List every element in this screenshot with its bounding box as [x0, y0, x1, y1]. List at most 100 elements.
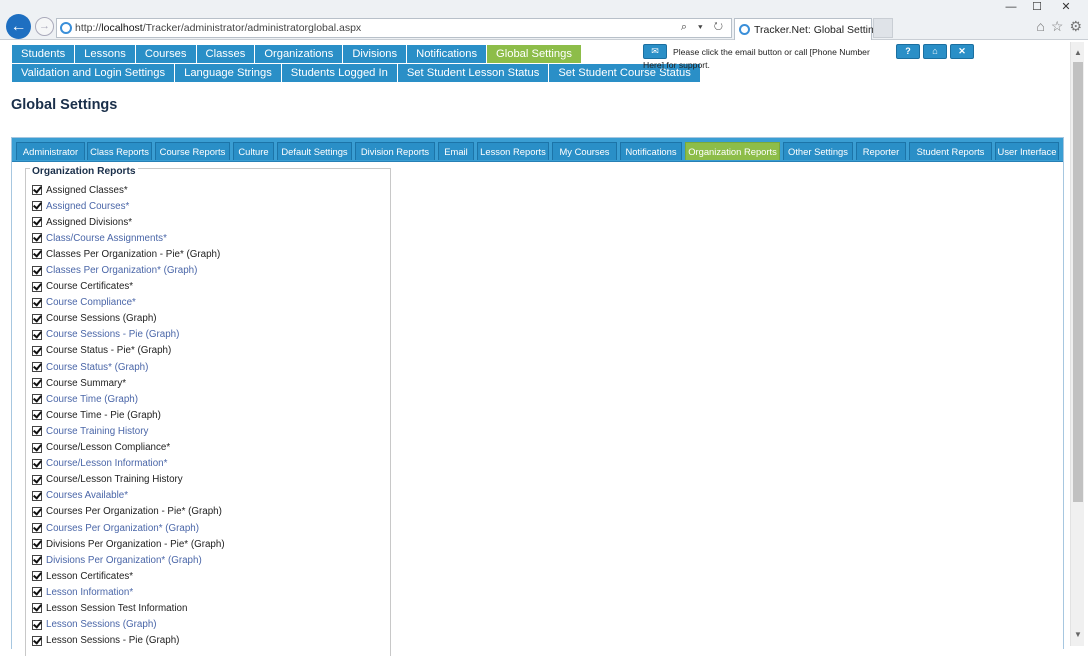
home-button[interactable]: ⌂ — [923, 44, 947, 59]
report-label[interactable]: Course Certificates* — [46, 281, 133, 292]
report-label[interactable]: Classes Per Organization - Pie* (Graph) — [46, 249, 220, 260]
report-checkbox[interactable] — [32, 603, 42, 614]
report-checkbox[interactable] — [32, 362, 42, 373]
report-checkbox[interactable] — [32, 458, 42, 469]
scroll-up-icon[interactable]: ▲ — [1071, 46, 1085, 60]
report-label[interactable]: Course Time (Graph) — [46, 394, 138, 405]
menu-item-students[interactable]: Students — [12, 45, 76, 63]
maximize-button[interactable]: ☐ — [1024, 0, 1050, 14]
menu-item-students-logged-in[interactable]: Students Logged In — [281, 64, 398, 82]
report-label[interactable]: Course/Lesson Information* — [46, 458, 167, 469]
report-label[interactable]: Divisions Per Organization - Pie* (Graph… — [46, 539, 225, 550]
email-button[interactable]: ✉ — [643, 44, 667, 59]
report-checkbox[interactable] — [32, 394, 42, 405]
report-checkbox[interactable] — [32, 587, 42, 598]
tab-my-courses[interactable]: My Courses — [552, 142, 617, 160]
report-checkbox[interactable] — [32, 297, 42, 308]
menu-item-global-settings[interactable]: Global Settings — [487, 45, 582, 63]
report-label[interactable]: Course Status* (Graph) — [46, 362, 148, 373]
minimize-button[interactable]: — — [998, 0, 1024, 14]
report-checkbox[interactable] — [32, 555, 42, 566]
menu-item-divisions[interactable]: Divisions — [343, 45, 408, 63]
tab-reporter[interactable]: Reporter — [856, 142, 906, 160]
report-label[interactable]: Divisions Per Organization* (Graph) — [46, 555, 202, 566]
new-tab-button[interactable] — [873, 18, 893, 38]
menu-item-set-student-lesson-status[interactable]: Set Student Lesson Status — [397, 64, 550, 82]
report-label[interactable]: Assigned Classes* — [46, 185, 128, 196]
report-label[interactable]: Classes Per Organization* (Graph) — [46, 265, 197, 276]
report-checkbox[interactable] — [32, 378, 42, 389]
tab-organization-reports[interactable]: Organization Reports — [685, 142, 780, 160]
report-checkbox[interactable] — [32, 506, 42, 517]
tab-default-settings[interactable]: Default Settings — [277, 142, 352, 160]
report-checkbox[interactable] — [32, 619, 42, 630]
report-checkbox[interactable] — [32, 233, 42, 244]
report-checkbox[interactable] — [32, 635, 42, 646]
tab-student-reports[interactable]: Student Reports — [909, 142, 992, 160]
tab-user-interface[interactable]: User Interface — [995, 142, 1059, 160]
report-checkbox[interactable] — [32, 313, 42, 324]
report-label[interactable]: Course/Lesson Compliance* — [46, 442, 170, 453]
vertical-scrollbar[interactable]: ▲ ▼ — [1070, 42, 1084, 646]
tab-course-reports[interactable]: Course Reports — [155, 142, 230, 160]
scroll-down-icon[interactable]: ▼ — [1071, 628, 1085, 642]
menu-item-classes[interactable]: Classes — [196, 45, 256, 63]
report-checkbox[interactable] — [32, 442, 42, 453]
report-checkbox[interactable] — [32, 329, 42, 340]
report-label[interactable]: Assigned Courses* — [46, 201, 129, 212]
report-checkbox[interactable] — [32, 490, 42, 501]
report-label[interactable]: Course Compliance* — [46, 297, 136, 308]
report-label[interactable]: Class/Course Assignments* — [46, 233, 167, 244]
forward-arrow-icon[interactable]: → — [35, 17, 54, 36]
settings-gear-icon[interactable]: ⚙ — [1069, 18, 1082, 35]
browser-tab[interactable]: Tracker.Net: Global Settings — [734, 18, 885, 40]
scrollbar-thumb[interactable] — [1073, 62, 1083, 502]
menu-item-lessons[interactable]: Lessons — [75, 45, 136, 63]
favorites-star-icon[interactable]: ☆ — [1051, 18, 1064, 35]
menu-item-organizations[interactable]: Organizations — [255, 45, 344, 63]
tab-other-settings[interactable]: Other Settings — [783, 142, 853, 160]
report-label[interactable]: Lesson Session Test Information — [46, 603, 187, 614]
report-label[interactable]: Course Time - Pie (Graph) — [46, 410, 161, 421]
report-label[interactable]: Assigned Divisions* — [46, 217, 132, 228]
report-checkbox[interactable] — [32, 281, 42, 292]
menu-item-validation-and-login-settings[interactable]: Validation and Login Settings — [12, 64, 176, 82]
report-checkbox[interactable] — [32, 410, 42, 421]
report-label[interactable]: Course Status - Pie* (Graph) — [46, 345, 171, 356]
menu-item-language-strings[interactable]: Language Strings — [175, 64, 282, 82]
report-label[interactable]: Lesson Sessions (Graph) — [46, 619, 157, 630]
tab-email[interactable]: Email — [438, 142, 474, 160]
report-checkbox[interactable] — [32, 345, 42, 356]
window-close-button[interactable]: ✕ — [1050, 0, 1082, 14]
tab-lesson-reports[interactable]: Lesson Reports — [477, 142, 549, 160]
report-label[interactable]: Course Training History — [46, 426, 148, 437]
help-button[interactable]: ? — [896, 44, 920, 59]
report-label[interactable]: Courses Per Organization - Pie* (Graph) — [46, 506, 222, 517]
report-label[interactable]: Lesson Certificates* — [46, 571, 133, 582]
menu-item-notifications[interactable]: Notifications — [407, 45, 488, 63]
report-label[interactable]: Lesson Information* — [46, 587, 133, 598]
address-url[interactable]: http://localhost/Tracker/administrator/a… — [75, 22, 361, 34]
report-label[interactable]: Course Sessions - Pie (Graph) — [46, 329, 179, 340]
report-checkbox[interactable] — [32, 523, 42, 534]
report-checkbox[interactable] — [32, 201, 42, 212]
menu-item-courses[interactable]: Courses — [135, 45, 197, 63]
report-checkbox[interactable] — [32, 474, 42, 485]
home-icon[interactable]: ⌂ — [1036, 18, 1044, 35]
report-checkbox[interactable] — [32, 265, 42, 276]
report-checkbox[interactable] — [32, 571, 42, 582]
report-checkbox[interactable] — [32, 185, 42, 196]
address-bar[interactable]: http://localhost/Tracker/administrator/a… — [56, 18, 732, 38]
back-arrow-icon[interactable]: ← — [6, 14, 31, 39]
tab-notifications[interactable]: Notifications — [620, 142, 682, 160]
report-checkbox[interactable] — [32, 217, 42, 228]
tab-class-reports[interactable]: Class Reports — [87, 142, 152, 160]
report-checkbox[interactable] — [32, 539, 42, 550]
tab-administrator[interactable]: Administrator — [16, 142, 85, 160]
report-checkbox[interactable] — [32, 249, 42, 260]
report-label[interactable]: Course Sessions (Graph) — [46, 313, 157, 324]
tab-culture[interactable]: Culture — [233, 142, 274, 160]
report-label[interactable]: Course/Lesson Training History — [46, 474, 183, 485]
report-checkbox[interactable] — [32, 426, 42, 437]
report-label[interactable]: Lesson Sessions - Pie (Graph) — [46, 635, 179, 646]
